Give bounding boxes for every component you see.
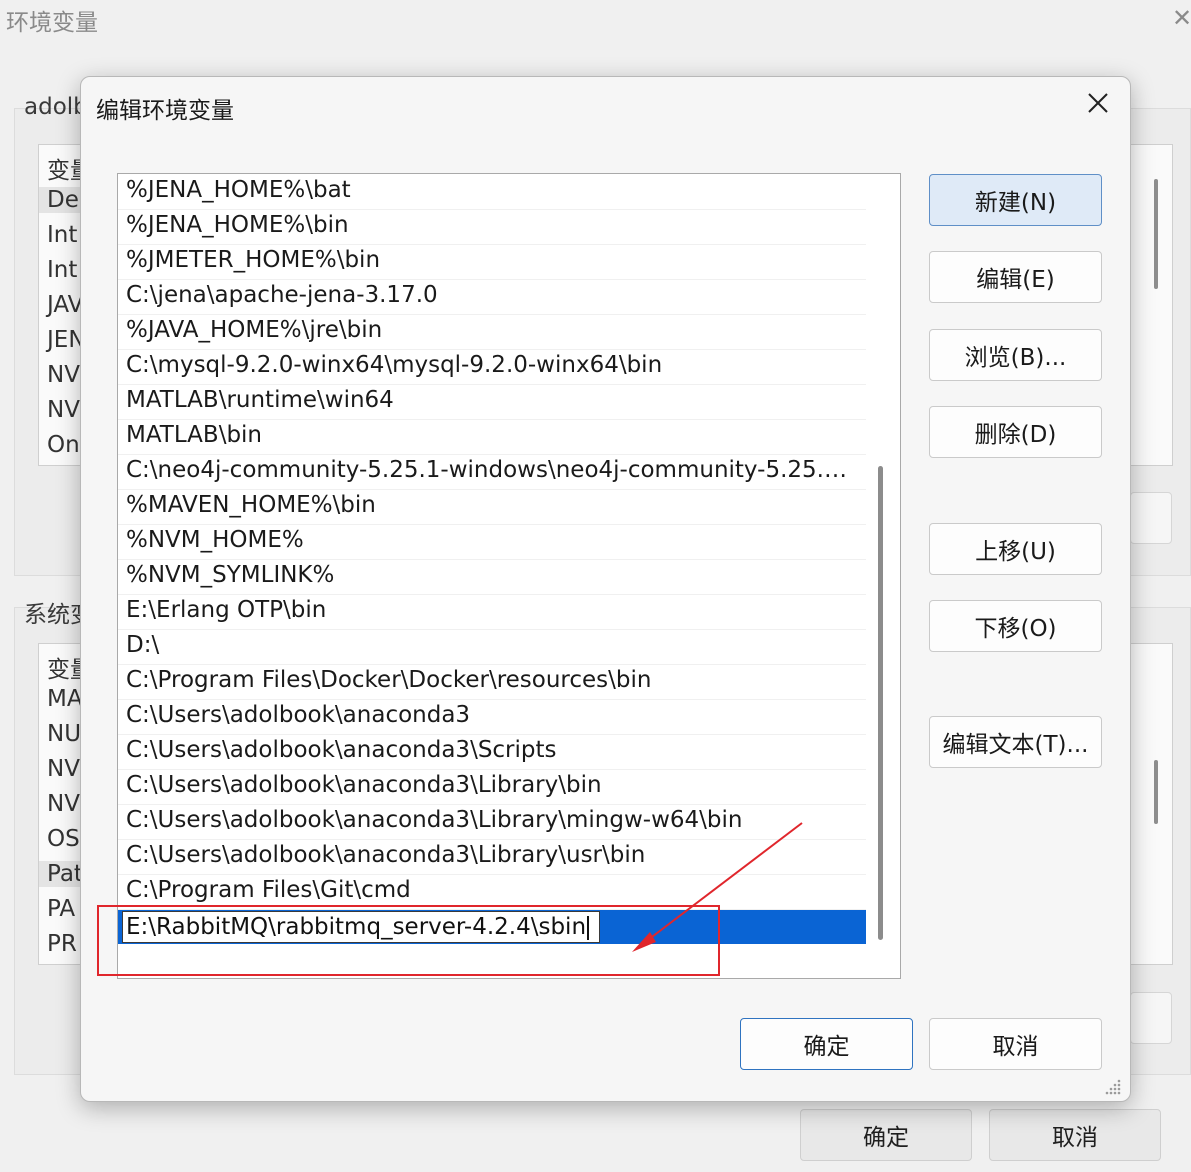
list-item[interactable]: PR [47,931,77,957]
list-item[interactable]: D:\ [118,630,866,665]
scrollbar-thumb[interactable] [1154,760,1158,824]
list-item[interactable]: %JAVA_HOME%\jre\bin [118,315,866,350]
list-item[interactable]: %JENA_HOME%\bin [118,210,866,245]
edit-text-button[interactable]: 编辑文本(T)... [929,716,1102,768]
list-item[interactable]: %NVM_SYMLINK% [118,560,866,595]
user-variables-label: adolb [24,94,88,120]
list-item[interactable]: C:\Users\adolbook\anaconda3\Library\bin [118,770,866,805]
list-item[interactable]: %JENA_HOME%\bat [118,175,866,210]
list-item[interactable]: C:\Users\adolbook\anaconda3 [118,700,866,735]
list-item[interactable]: %NVM_HOME% [118,525,866,560]
list-item[interactable]: C:\neo4j-community-5.25.1-windows\neo4j-… [118,455,866,490]
list-item[interactable]: JAV [47,292,83,318]
browse-button[interactable]: 浏览(B)... [929,329,1102,381]
list-item[interactable]: Int [47,257,77,283]
resize-grip-icon[interactable] [1099,1077,1123,1097]
list-item[interactable]: PA [47,896,75,922]
scrollbar-thumb[interactable] [878,466,883,940]
list-item[interactable]: C:\Users\adolbook\anaconda3\Library\ming… [118,805,866,840]
list-item[interactable]: C:\jena\apache-jena-3.17.0 [118,280,866,315]
annotation-highlight-box [97,905,720,976]
list-item[interactable]: NV [47,362,80,388]
list-item[interactable]: C:\Users\adolbook\anaconda3\Scripts [118,735,866,770]
dialog-title: 编辑环境变量 [96,98,234,124]
scrollbar-thumb[interactable] [1154,179,1158,289]
list-item[interactable]: %JMETER_HOME%\bin [118,245,866,280]
move-up-button[interactable]: 上移(U) [929,523,1102,575]
ok-button[interactable]: 确定 [740,1018,913,1070]
edit-button[interactable]: 编辑(E) [929,251,1102,303]
list-item[interactable]: NV [47,756,80,782]
list-item[interactable]: On [47,432,80,458]
parent-ok-button[interactable]: 确定 [800,1109,972,1161]
list-item[interactable]: MATLAB\runtime\win64 [118,385,866,420]
path-list[interactable]: %JENA_HOME%\bat %JENA_HOME%\bin %JMETER_… [117,173,901,979]
list-item[interactable]: MA [47,686,83,712]
move-down-button[interactable]: 下移(O) [929,600,1102,652]
list-item[interactable]: C:\Program Files\Docker\Docker\resources… [118,665,866,700]
list-item[interactable]: C:\mysql-9.2.0-winx64\mysql-9.2.0-winx64… [118,350,866,385]
list-item[interactable]: NU [47,721,81,747]
list-item[interactable]: E:\Erlang OTP\bin [118,595,866,630]
list-item[interactable]: MATLAB\bin [118,420,866,455]
list-item[interactable]: OS [47,826,80,852]
parent-cancel-button[interactable]: 取消 [989,1109,1161,1161]
list-item[interactable]: C:\Users\adolbook\anaconda3\Library\usr\… [118,840,866,875]
window-title: 环境变量 [6,10,98,36]
cancel-button[interactable]: 取消 [929,1018,1102,1070]
list-item[interactable]: NV [47,791,80,817]
new-button[interactable]: 新建(N) [929,174,1102,226]
delete-button[interactable]: 删除(D) [929,406,1102,458]
user-variables-button-partial[interactable] [1130,492,1172,544]
list-item[interactable]: NV [47,397,80,423]
close-icon[interactable]: ✕ [1172,4,1191,32]
system-variables-button-partial[interactable] [1130,992,1172,1044]
list-item[interactable]: Int [47,222,77,248]
close-icon[interactable] [1084,89,1112,117]
list-item[interactable]: %MAVEN_HOME%\bin [118,490,866,525]
